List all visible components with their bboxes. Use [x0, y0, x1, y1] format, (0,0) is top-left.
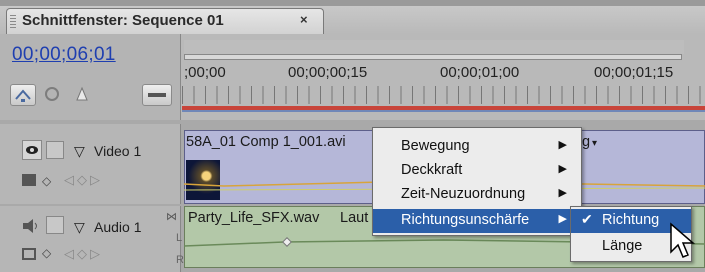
keyframe-mode-icon[interactable]: ◇	[42, 174, 51, 188]
channel-right-label: R	[176, 254, 184, 266]
track-lock-toggle[interactable]	[46, 141, 64, 159]
keyframe-nav-icon[interactable]: ◁◇▷	[64, 172, 103, 188]
context-menu: Bewegung ▶ Deckkraft ▶ Zeit-Neuzuordnung…	[372, 127, 582, 236]
checkmark-icon: ✔	[581, 211, 593, 227]
video-clip-name: 58A_01 Comp 1_001.avi	[186, 134, 346, 150]
submenu-arrow-icon: ▶	[558, 213, 567, 225]
audio-lock-toggle[interactable]	[46, 216, 64, 234]
work-area-bar[interactable]	[184, 40, 684, 54]
ruler-label: 00;00;01;15	[594, 64, 674, 81]
grip-icon[interactable]	[10, 15, 16, 29]
current-timecode[interactable]: 00;00;06;01	[12, 44, 116, 66]
marker-icon	[45, 87, 59, 101]
speaker-icon[interactable]	[20, 216, 42, 241]
audio-keyframe-nav-icon[interactable]: ◁◇▷	[64, 246, 103, 262]
snap-icon	[15, 89, 31, 102]
sequence-marker-icon	[148, 93, 166, 97]
menu-item-deckkraft[interactable]: Deckkraft ▶	[373, 159, 581, 183]
audio-keyframe-mode-icon[interactable]: ◇	[42, 246, 51, 260]
eye-icon-glyph	[26, 146, 38, 154]
video-track-name: Video 1	[94, 143, 142, 159]
audio-track-name: Audio 1	[94, 219, 142, 235]
ruler-label: ;00;00	[184, 64, 226, 81]
menu-item-label: Richtungsunschärfe	[401, 212, 530, 228]
triangle-down-icon[interactable]: ▽	[74, 143, 85, 160]
menu-item-label: Deckkraft	[401, 162, 463, 178]
audio-clip-name: Party_Life_SFX.wav	[188, 210, 320, 226]
snap-button[interactable]	[10, 84, 36, 106]
ruler-label: 00;00;01;00	[440, 64, 520, 81]
triangle-down-icon[interactable]: ▽	[74, 219, 85, 236]
ruler-label: 00;00;00;15	[288, 64, 368, 81]
menu-item-label: Bewegung	[401, 138, 470, 154]
clip-effect-dropdown-icon[interactable]: ▾	[592, 138, 597, 149]
speaker-icon-glyph	[23, 219, 37, 233]
audio-display-style-icon[interactable]	[22, 248, 36, 260]
eye-icon[interactable]	[22, 140, 42, 160]
video-clip-tail: g	[582, 134, 591, 150]
keyframe-button[interactable]	[70, 84, 96, 106]
work-area-range[interactable]	[184, 54, 682, 60]
video-track-header	[0, 124, 181, 204]
keyframe-icon	[76, 86, 88, 101]
sequence-marker-button[interactable]	[142, 84, 172, 106]
close-icon[interactable]: ×	[300, 12, 308, 27]
audio-clip-suffix: Laut	[340, 210, 369, 226]
submenu-item-label: Richtung	[602, 212, 660, 228]
tab-title: Schnittfenster: Sequence 01	[22, 12, 224, 29]
submenu-arrow-icon: ▶	[558, 139, 567, 151]
marker-button[interactable]	[40, 84, 66, 106]
display-style-icon[interactable]	[22, 174, 36, 186]
mouse-cursor-icon	[670, 222, 696, 258]
ruler-ticks	[182, 86, 705, 104]
menu-item-richtungsunschaerfe[interactable]: Richtungsunschärfe ▶	[373, 209, 581, 233]
submenu-arrow-icon: ▶	[558, 187, 567, 199]
link-icon: ⋈	[166, 211, 177, 223]
channel-left-label: L	[176, 232, 183, 244]
menu-item-zeit-neuzuordnung[interactable]: Zeit-Neuzuordnung ▶	[373, 183, 581, 207]
menu-item-bewegung[interactable]: Bewegung ▶	[373, 135, 581, 159]
submenu-arrow-icon: ▶	[558, 163, 567, 175]
render-indicator	[182, 110, 705, 112]
submenu-item-label: Länge	[602, 238, 643, 254]
menu-item-label: Zeit-Neuzuordnung	[401, 186, 526, 202]
